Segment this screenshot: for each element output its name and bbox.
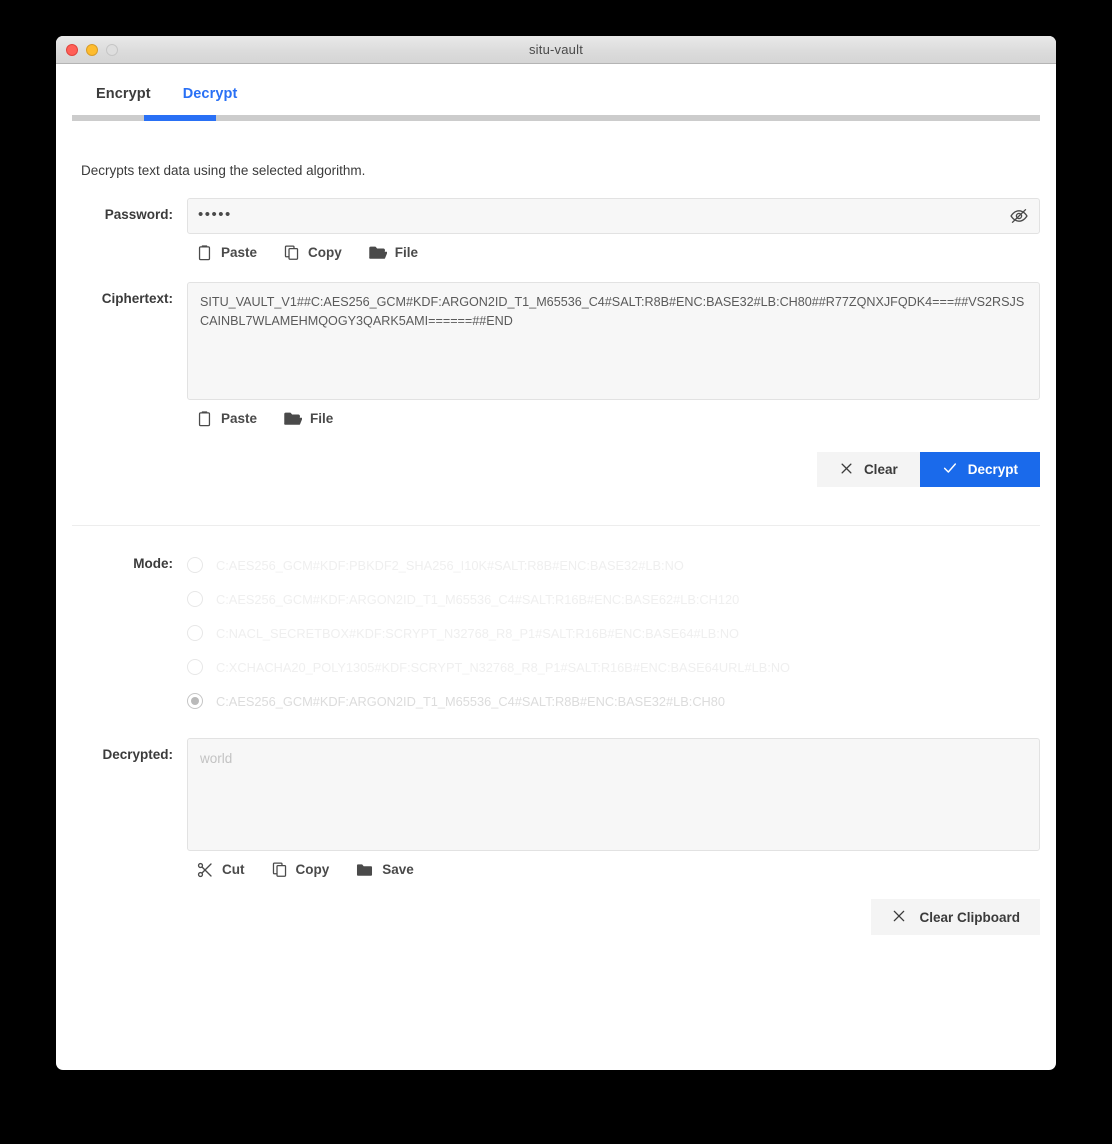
decrypt-button[interactable]: Decrypt: [919, 452, 1040, 487]
password-row: Password: ••••• Paste Copy File: [72, 198, 1040, 262]
radio-icon: [187, 557, 203, 573]
mode-options: C:AES256_GCM#KDF:PBKDF2_SHA256_I10K#SALT…: [187, 548, 1040, 718]
traffic-light-group: [66, 43, 118, 56]
password-file-label: File: [394, 245, 419, 260]
x-icon: [839, 461, 854, 479]
tab-indicator-track: [72, 115, 1040, 121]
tab-encrypt[interactable]: Encrypt: [80, 86, 167, 115]
password-input[interactable]: •••••: [187, 198, 1040, 234]
decrypted-copy-label: Copy: [295, 862, 330, 877]
decrypted-cut-label: Cut: [222, 862, 245, 877]
check-icon: [942, 460, 958, 479]
decrypted-save-label: Save: [382, 862, 414, 877]
clear-clipboard-label: Clear Clipboard: [919, 909, 1020, 925]
clear-button-label: Clear: [863, 462, 898, 477]
folder-filled-icon: [355, 860, 374, 879]
clipboard-icon: [196, 244, 213, 261]
decrypt-button-label: Decrypt: [967, 462, 1018, 477]
zoom-window-button[interactable]: [106, 43, 118, 56]
password-value: •••••: [198, 205, 232, 223]
window-titlebar: situ-vault: [56, 36, 1056, 64]
radio-icon: [187, 591, 203, 607]
password-label: Password:: [104, 207, 173, 222]
tab-list: Encrypt Decrypt: [56, 86, 1056, 115]
password-paste-button[interactable]: Paste: [196, 244, 257, 261]
radio-icon: [187, 659, 203, 675]
password-actions: Paste Copy File: [187, 243, 1040, 262]
clipboard-icon: [196, 410, 213, 427]
password-copy-button[interactable]: Copy: [283, 244, 342, 261]
ciphertext-file-label: File: [310, 411, 334, 426]
decrypted-copy-button[interactable]: Copy: [271, 861, 330, 878]
decrypted-output[interactable]: world: [187, 738, 1040, 851]
password-paste-label: Paste: [221, 245, 258, 260]
mode-option-1-label: C:AES256_GCM#KDF:ARGON2ID_T1_M65536_C4#S…: [216, 591, 740, 607]
password-copy-label: Copy: [308, 245, 342, 260]
decrypted-save-button[interactable]: Save: [355, 860, 414, 879]
close-window-button[interactable]: [66, 43, 78, 56]
mode-option-4-label: C:AES256_GCM#KDF:ARGON2ID_T1_M65536_C4#S…: [216, 693, 726, 709]
folder-open-icon: [283, 409, 303, 428]
tab-bar: Encrypt Decrypt: [56, 64, 1056, 121]
mode-option-3[interactable]: C:XCHACHA20_POLY1305#KDF:SCRYPT_N32768_R…: [187, 650, 1040, 684]
tab-decrypt[interactable]: Decrypt: [167, 86, 254, 115]
primary-action-row: Clear Decrypt: [187, 452, 1040, 487]
mode-option-1[interactable]: C:AES256_GCM#KDF:ARGON2ID_T1_M65536_C4#S…: [187, 582, 1040, 616]
ciphertext-row: Ciphertext: SITU_VAULT_V1##C:AES256_GCM#…: [72, 282, 1040, 487]
app-window: situ-vault Encrypt Decrypt Decrypts text…: [56, 36, 1056, 1070]
ciphertext-actions: Paste File: [187, 409, 1040, 428]
section-divider: [72, 525, 1040, 526]
decrypted-cut-button[interactable]: Cut: [196, 861, 245, 879]
folder-open-icon: [368, 243, 387, 262]
decrypted-actions: Cut Copy Save: [187, 860, 1040, 879]
eye-off-icon[interactable]: [999, 199, 1039, 233]
clear-clipboard-button[interactable]: Clear Clipboard: [871, 899, 1040, 935]
ciphertext-input[interactable]: SITU_VAULT_V1##C:AES256_GCM#KDF:ARGON2ID…: [187, 282, 1040, 400]
decrypted-label: Decrypted:: [102, 747, 173, 762]
mode-label: Mode:: [133, 556, 173, 571]
radio-selected-icon: [187, 693, 203, 709]
decrypt-panel: Decrypts text data using the selected al…: [56, 121, 1056, 1059]
radio-icon: [187, 625, 203, 641]
mode-row: Mode: C:AES256_GCM#KDF:PBKDF2_SHA256_I10…: [72, 548, 1040, 718]
ciphertext-paste-label: Paste: [221, 411, 258, 426]
mode-option-2[interactable]: C:NACL_SECRETBOX#KDF:SCRYPT_N32768_R8_P1…: [187, 616, 1040, 650]
clipboard-action-row: Clear Clipboard: [187, 899, 1040, 935]
mode-option-3-label: C:XCHACHA20_POLY1305#KDF:SCRYPT_N32768_R…: [216, 659, 791, 675]
scissors-icon: [196, 861, 214, 879]
copy-icon: [271, 861, 288, 878]
clear-button[interactable]: Clear: [816, 452, 920, 487]
tab-indicator-active: [144, 115, 216, 121]
minimize-window-button[interactable]: [86, 43, 98, 56]
ciphertext-file-button[interactable]: File: [283, 409, 333, 428]
desktop-backdrop: situ-vault Encrypt Decrypt Decrypts text…: [0, 0, 1112, 1144]
x-icon: [891, 908, 907, 927]
mode-option-4[interactable]: C:AES256_GCM#KDF:ARGON2ID_T1_M65536_C4#S…: [187, 684, 1040, 718]
password-file-button[interactable]: File: [368, 243, 418, 262]
copy-icon: [283, 244, 300, 261]
mode-option-2-label: C:NACL_SECRETBOX#KDF:SCRYPT_N32768_R8_P1…: [216, 625, 740, 641]
panel-description: Decrypts text data using the selected al…: [81, 163, 366, 178]
ciphertext-label: Ciphertext:: [101, 291, 173, 306]
decrypted-row: Decrypted: world Cut Copy Save Clear Cli…: [72, 738, 1040, 935]
mode-option-0[interactable]: C:AES256_GCM#KDF:PBKDF2_SHA256_I10K#SALT…: [187, 548, 1040, 582]
window-title: situ-vault: [528, 42, 584, 57]
mode-option-0-label: C:AES256_GCM#KDF:PBKDF2_SHA256_I10K#SALT…: [216, 557, 684, 573]
ciphertext-paste-button[interactable]: Paste: [196, 410, 257, 427]
